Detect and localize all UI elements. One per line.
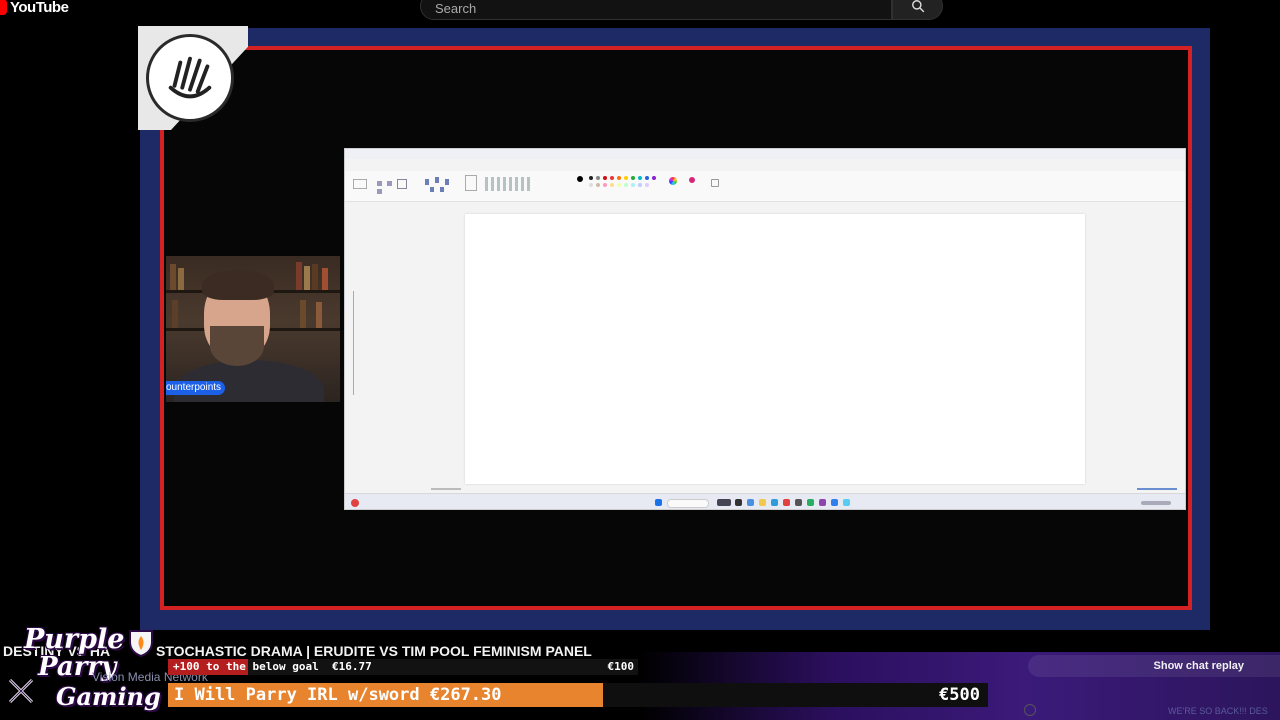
goal-big-label: I Will Parry IRL w/sword €267.30: [174, 685, 502, 705]
taskbar-app-icon: [807, 499, 814, 506]
paint-select-tool-icon: [353, 179, 367, 189]
logo-line-purple: Purple: [24, 624, 125, 655]
player-control-ghost-icon: [1024, 704, 1036, 716]
folder-icon: [759, 499, 766, 506]
webcam-person-hair: [202, 270, 274, 300]
hand-logo-icon: [146, 34, 234, 122]
paint-app-screenshot: [344, 148, 1186, 510]
paint-copilot-icon: [689, 177, 695, 183]
taskbar-app-icon: [735, 499, 742, 506]
goal-big-target: €500: [939, 685, 980, 705]
search-input[interactable]: [433, 0, 837, 17]
goal-small-target: €100: [607, 660, 635, 673]
taskbar-app-icon: [783, 499, 790, 506]
taskbar-app-icon: [843, 499, 850, 506]
youtube-play-icon: [0, 0, 7, 15]
ticker-ghost-text: WE'RE SO BACK!!! DES: [1168, 706, 1268, 716]
system-tray-icon: [1141, 501, 1171, 505]
youtube-logo-text: YouTube: [10, 0, 69, 16]
paint-titlebar: [345, 149, 1185, 159]
windows-start-icon: [655, 499, 662, 506]
paint-brush-icon: [465, 175, 477, 191]
goal-small-label: +100 to the below goal €16.77: [173, 660, 372, 673]
taskbar-app-icon: [819, 499, 826, 506]
channel-logo-badge: [138, 26, 248, 130]
taskbar-app-icon: [771, 499, 778, 506]
windows-taskbar: [345, 493, 1185, 509]
youtube-logo[interactable]: YouTube: [0, 0, 69, 17]
taskbar-search-icon: [667, 499, 709, 508]
webcam-name-text: ounterpoints: [166, 382, 222, 393]
paint-tools-group: [425, 175, 455, 195]
taskbar-app-icon: [747, 499, 754, 506]
search-icon: [911, 0, 924, 13]
weather-icon: [351, 499, 359, 507]
crossed-swords-icon: [8, 678, 34, 704]
webcam-name-tag: ounterpoints: [166, 381, 226, 395]
paint-edit-colors-icon: [669, 177, 677, 185]
search-button[interactable]: [892, 0, 943, 20]
stream-title: STOCHASTIC DRAMA | ERUDITE VS TIM POOL F…: [156, 643, 592, 659]
paint-blank-canvas: [465, 214, 1085, 484]
donation-goal-small: +100 to the below goal €16.77 €100: [168, 659, 638, 675]
paint-ribbon: [345, 171, 1185, 202]
paint-shapes-group: [485, 175, 535, 195]
webcam-person-beard: [210, 326, 264, 366]
paint-left-slider: [353, 291, 354, 395]
taskbar-app-icon: [831, 499, 838, 506]
goal-small-current: €16.77: [331, 660, 372, 673]
donation-goal-big: I Will Parry IRL w/sword €267.30 €500: [168, 683, 988, 707]
logo-line-gaming: Gaming: [56, 682, 161, 711]
search-box[interactable]: [420, 0, 892, 20]
show-chat-replay-label: Show chat replay: [1153, 660, 1244, 672]
taskbar-app-icon: [717, 499, 731, 506]
paint-layers-icon: [711, 179, 719, 187]
show-chat-replay-button[interactable]: Show chat replay: [1028, 655, 1280, 677]
shield-flame-icon: [129, 630, 153, 658]
taskbar-app-icon: [795, 499, 802, 506]
paint-image-group: [375, 175, 425, 195]
paint-color-palette: [577, 175, 667, 195]
